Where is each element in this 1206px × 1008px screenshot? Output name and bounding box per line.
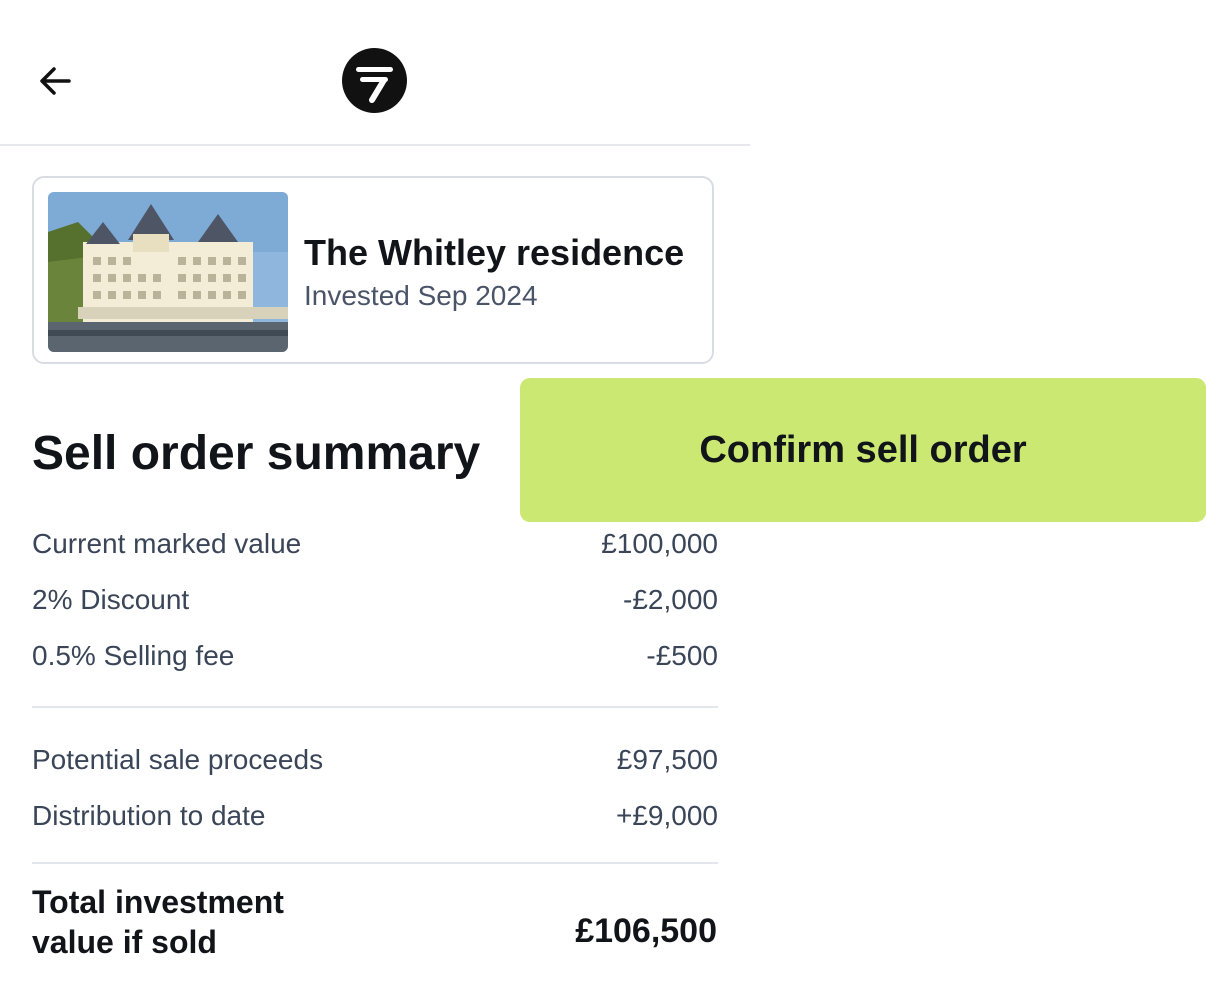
property-image: [48, 192, 288, 352]
summary-row-selling-fee: 0.5% Selling fee -£500: [32, 636, 718, 676]
divider: [32, 706, 718, 708]
back-button[interactable]: [30, 58, 80, 104]
row-label: Distribution to date: [32, 800, 266, 831]
summary-row-discount: 2% Discount -£2,000: [32, 580, 718, 620]
row-value: £97,500: [616, 744, 718, 775]
row-value: -£2,000: [623, 584, 718, 615]
total-value: £106,500: [575, 912, 717, 950]
property-name: The Whitley residence: [304, 232, 685, 273]
confirm-sell-order-button[interactable]: Confirm sell order: [520, 378, 1206, 522]
top-bar: [0, 0, 750, 146]
row-label: Current marked value: [32, 528, 302, 559]
summary-title: Sell order summary: [32, 427, 481, 480]
row-label: 2% Discount: [32, 584, 190, 615]
row-value: +£9,000: [616, 800, 718, 831]
summary-row-marked-value: Current marked value £100,000: [32, 524, 718, 564]
summary-row-distribution: Distribution to date +£9,000: [32, 796, 718, 836]
row-label: Potential sale proceeds: [32, 744, 324, 775]
property-card[interactable]: The Whitley residence Invested Sep 2024: [32, 176, 714, 364]
property-invested-date: Invested Sep 2024: [304, 280, 538, 311]
row-value: -£500: [646, 640, 718, 671]
row-value: £100,000: [601, 528, 718, 559]
total-label: Total investment value if sold: [32, 884, 284, 960]
row-label: 0.5% Selling fee: [32, 640, 235, 671]
brand-logo-icon: [342, 48, 407, 113]
arrow-left-icon: [40, 67, 71, 95]
divider: [32, 862, 718, 864]
summary-row-sale-proceeds: Potential sale proceeds £97,500: [32, 740, 718, 780]
